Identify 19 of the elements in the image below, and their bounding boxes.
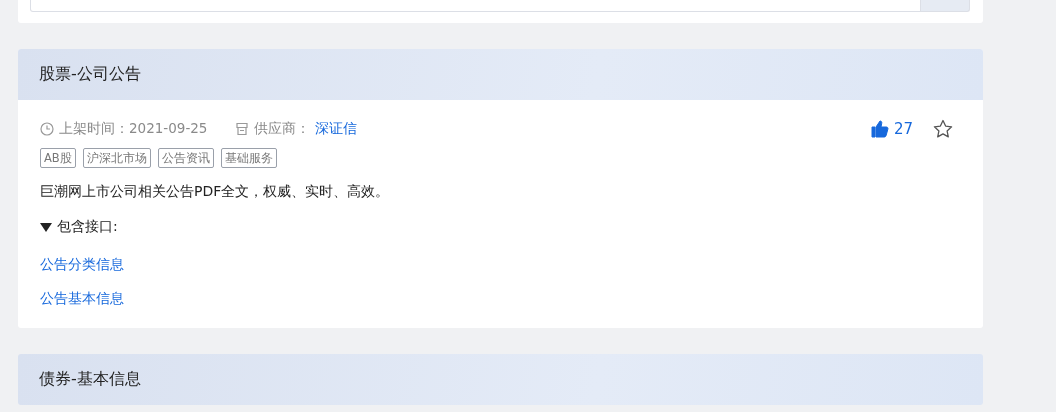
- supplier-label: 供应商：: [254, 120, 311, 138]
- tag: 沪深北市场: [82, 148, 151, 168]
- tag: AB股: [40, 148, 76, 168]
- search-field[interactable]: [30, 0, 921, 12]
- interface-link[interactable]: 公告基本信息: [40, 288, 124, 308]
- like-count: 27: [893, 120, 913, 138]
- release-date: 上架时间：2021-09-25: [59, 120, 208, 138]
- store-icon: [235, 122, 250, 136]
- description: 巨潮网上市公司相关公告PDF全文，权威、实时、高效。: [40, 182, 391, 201]
- interfaces-toggle[interactable]: 包含接口:: [40, 218, 961, 236]
- supplier-link[interactable]: 深证信: [315, 120, 358, 138]
- clock-icon: [40, 122, 54, 136]
- card-title: 债券-基本信息: [39, 369, 141, 390]
- thumbs-up-icon[interactable]: [870, 120, 889, 138]
- tag: 基础服务: [220, 148, 277, 168]
- card-title: 股票-公司公告: [39, 64, 141, 85]
- tag: 公告资讯: [157, 148, 214, 168]
- interface-link[interactable]: 公告分类信息: [40, 254, 124, 274]
- star-icon[interactable]: [933, 119, 953, 139]
